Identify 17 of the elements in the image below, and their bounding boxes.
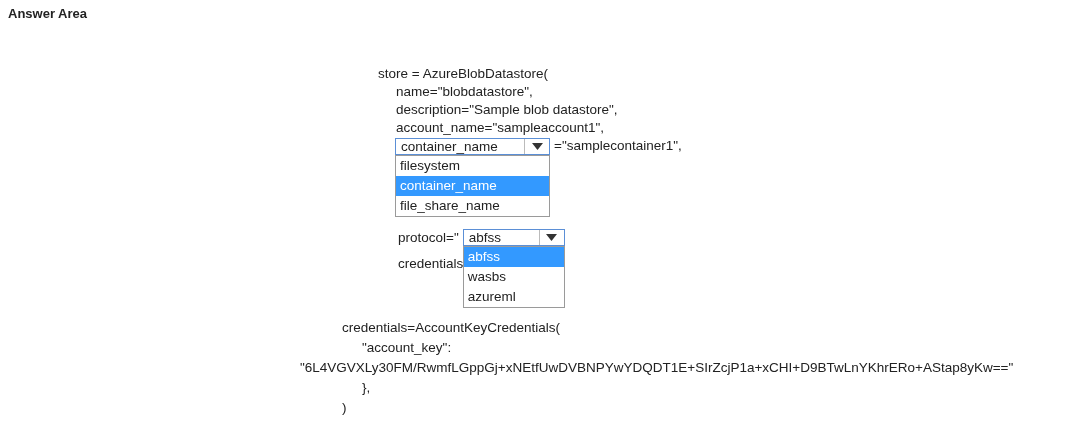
section-title: Answer Area <box>8 6 88 21</box>
dropdown[interactable]: container_name <box>395 137 550 155</box>
code-line: name="blobdatastore", <box>396 83 533 101</box>
code-line: protocol=" <box>398 229 459 247</box>
code-line: ="samplecontainer1", <box>554 137 682 155</box>
code-line: ) <box>342 399 347 417</box>
dropdown[interactable]: abfss <box>462 229 565 246</box>
code-line: credentials=AccountKeyCredentials( <box>342 319 560 337</box>
code-line: }, <box>362 379 371 397</box>
caret-icon <box>531 142 543 150</box>
caret-icon <box>546 234 558 241</box>
code-line: description="Sample blob datastore", <box>396 101 618 119</box>
code-line: store = AzureBlobDatastore( <box>378 65 548 83</box>
code-line: "6L4VGVXLy30FM/RwmfLGppGj+xNEtfUwDVBNPYwYDQDT1E+SIrZcjP1a+xCHI+D9BTwLnYKhrERo+AStap8yKw==" <box>300 359 1014 377</box>
code-line: account_name="sampleaccount1", <box>396 119 605 137</box>
code-line: credentials <box>398 255 464 273</box>
code-line: "account_key": <box>362 339 452 357</box>
